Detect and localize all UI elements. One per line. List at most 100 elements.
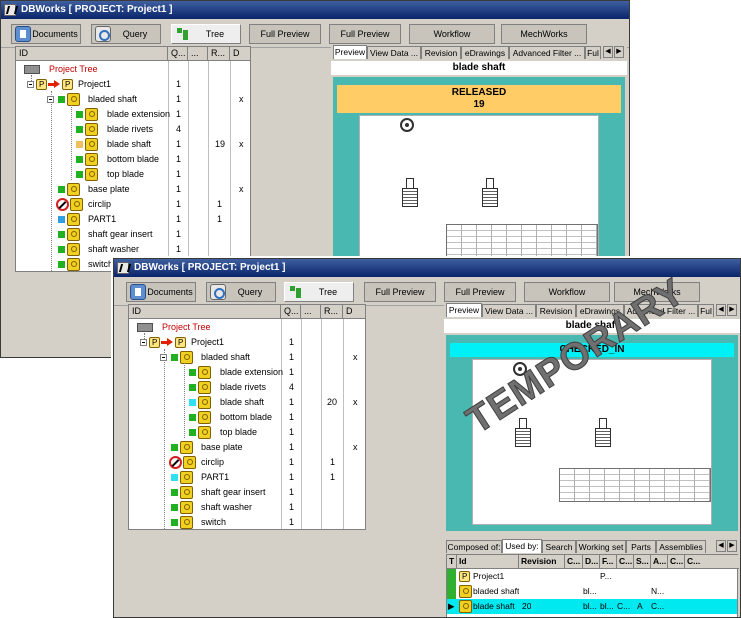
- full-preview-button-2[interactable]: Full Preview: [329, 24, 401, 44]
- window-titlebar[interactable]: DBWorks [ PROJECT: Project1 ]: [1, 1, 629, 19]
- tree-row-circlip[interactable]: circlip 1 1: [129, 455, 365, 470]
- tree-row-blade-shaft[interactable]: blade shaft 1 19 x: [16, 137, 250, 152]
- part-icon: [85, 108, 98, 121]
- grid-row-project1[interactable]: Project1 P...: [447, 569, 737, 584]
- grid-col[interactable]: C...: [668, 555, 685, 569]
- tab-view-data[interactable]: View Data ...: [482, 304, 536, 317]
- grid-col[interactable]: D...: [583, 555, 600, 569]
- tab-preview[interactable]: Preview: [333, 45, 367, 59]
- tree-row-bladed-shaft[interactable]: bladed shaft 1 x: [129, 350, 365, 365]
- col-blank-header[interactable]: ...: [188, 47, 208, 61]
- grid-col-id[interactable]: Id: [457, 555, 519, 569]
- tab-scroll-right-icon[interactable]: ▶: [727, 304, 737, 316]
- assembly-icon: [459, 585, 472, 598]
- col-d-header[interactable]: D: [343, 305, 367, 319]
- tree-row-shaft-washer[interactable]: shaft washer 1: [16, 242, 250, 257]
- collapse-icon[interactable]: [27, 81, 34, 88]
- grid-row-bladed-shaft[interactable]: bladed shaft bl... N...: [447, 584, 737, 599]
- tree-button[interactable]: Tree: [171, 24, 241, 44]
- col-id-header[interactable]: ID: [16, 47, 168, 61]
- tab-scroll-right-icon[interactable]: ▶: [614, 46, 624, 58]
- tree-row-part1[interactable]: PART1 1 1: [129, 470, 365, 485]
- col-d-header[interactable]: D: [230, 47, 252, 61]
- assembly-icon: [67, 93, 80, 106]
- status-square: [76, 141, 83, 148]
- collapse-icon[interactable]: [140, 339, 147, 346]
- workflow-button[interactable]: Workflow: [409, 24, 495, 44]
- tab-full[interactable]: Ful: [585, 46, 601, 59]
- tab-revision[interactable]: Revision: [421, 46, 461, 59]
- tree-row-bladed-shaft[interactable]: bladed shaft 1 x: [16, 92, 250, 107]
- grid-col[interactable]: S...: [634, 555, 651, 569]
- mechworks-button[interactable]: MechWorks: [501, 24, 587, 44]
- tree-row-top-blade[interactable]: top blade 1: [129, 425, 365, 440]
- tree-row-blade-extension[interactable]: blade extension 1: [16, 107, 250, 122]
- tab-scroll-left-icon[interactable]: ◀: [603, 46, 613, 58]
- query-button[interactable]: Query: [91, 24, 161, 44]
- tab-advanced-filter[interactable]: Advanced Filter ...: [509, 46, 585, 59]
- tree-row-blade-shaft[interactable]: blade shaft 1 20 x: [129, 395, 365, 410]
- grid-col[interactable]: C...: [617, 555, 634, 569]
- col-qty-header[interactable]: Q...: [281, 305, 301, 319]
- bottom-tab-scroll-left-icon[interactable]: ◀: [716, 540, 726, 552]
- tab-full[interactable]: Ful: [698, 304, 714, 317]
- tree-root-row[interactable]: Project Tree: [129, 320, 365, 335]
- collapse-icon[interactable]: [160, 354, 167, 361]
- tree-row-blade-extension[interactable]: blade extension 1: [129, 365, 365, 380]
- col-blank-header[interactable]: ...: [301, 305, 321, 319]
- tree-row-shaft-gear-insert[interactable]: shaft gear insert 1: [129, 485, 365, 500]
- full-preview-button-2[interactable]: Full Preview: [444, 282, 516, 302]
- tab-edrawings[interactable]: eDrawings: [461, 46, 509, 59]
- tree-row-project1[interactable]: Project1 1: [129, 335, 365, 350]
- grid-col[interactable]: A...: [651, 555, 668, 569]
- grid-row-blade-shaft[interactable]: ▶ blade shaft 20 bl... bl... C... A C...: [447, 599, 737, 614]
- col-rev-header[interactable]: R...: [321, 305, 343, 319]
- tree-row-bottom-blade[interactable]: bottom blade 1: [129, 410, 365, 425]
- part-icon: [180, 486, 193, 499]
- documents-button[interactable]: Documents: [126, 282, 196, 302]
- relations-tabs: Composed of: Used by: Search Working set…: [444, 539, 740, 553]
- collapse-icon[interactable]: [47, 96, 54, 103]
- tab-revision[interactable]: Revision: [536, 304, 576, 317]
- grid-col-revision[interactable]: Revision: [519, 555, 565, 569]
- part-icon: [70, 198, 83, 211]
- tree-row-part1[interactable]: PART1 1 1: [16, 212, 250, 227]
- col-rev-header[interactable]: R...: [208, 47, 230, 61]
- tree-row-base-plate[interactable]: base plate 1 x: [129, 440, 365, 455]
- tab-search[interactable]: Search: [542, 540, 576, 553]
- tab-preview[interactable]: Preview: [446, 303, 482, 317]
- tab-composed-of[interactable]: Composed of:: [446, 540, 502, 553]
- tab-parts[interactable]: Parts: [626, 540, 656, 553]
- grid-col-t[interactable]: T: [447, 555, 457, 569]
- tree-row-project1[interactable]: Project1 1: [16, 77, 250, 92]
- tab-view-data[interactable]: View Data ...: [367, 46, 421, 59]
- workflow-button[interactable]: Workflow: [524, 282, 610, 302]
- full-preview-button-1[interactable]: Full Preview: [364, 282, 436, 302]
- tree-row-base-plate[interactable]: base plate 1 x: [16, 182, 250, 197]
- tab-used-by[interactable]: Used by:: [502, 539, 542, 553]
- tree-row-top-blade[interactable]: top blade 1: [16, 167, 250, 182]
- query-button[interactable]: Query: [206, 282, 276, 302]
- tree-row-shaft-washer[interactable]: shaft washer 1: [129, 500, 365, 515]
- full-preview-button-1[interactable]: Full Preview: [249, 24, 321, 44]
- tree-row-blade-rivets[interactable]: blade rivets 4: [129, 380, 365, 395]
- tree-row-bottom-blade[interactable]: bottom blade 1: [16, 152, 250, 167]
- tree-row-blade-rivets[interactable]: blade rivets 4: [16, 122, 250, 137]
- preview-tabs: Preview View Data ... Revision eDrawings…: [331, 45, 627, 59]
- tree-button[interactable]: Tree: [284, 282, 354, 302]
- tree-row-switch[interactable]: switch 1: [129, 515, 365, 530]
- tab-scroll-left-icon[interactable]: ◀: [716, 304, 726, 316]
- tree-row-circlip[interactable]: circlip 1 1: [16, 197, 250, 212]
- tree-row-shaft-gear-insert[interactable]: shaft gear insert 1: [16, 227, 250, 242]
- grid-col[interactable]: C...: [685, 555, 739, 569]
- tree-root-row[interactable]: Project Tree: [16, 62, 250, 77]
- col-id-header[interactable]: ID: [129, 305, 281, 319]
- documents-button[interactable]: Documents: [11, 24, 81, 44]
- grid-col[interactable]: C...: [565, 555, 583, 569]
- window-titlebar[interactable]: DBWorks [ PROJECT: Project1 ]: [114, 259, 740, 277]
- col-qty-header[interactable]: Q...: [168, 47, 188, 61]
- tab-assemblies[interactable]: Assemblies: [656, 540, 706, 553]
- grid-col[interactable]: F...: [600, 555, 617, 569]
- tab-working-set[interactable]: Working set: [576, 540, 626, 553]
- bottom-tab-scroll-right-icon[interactable]: ▶: [727, 540, 737, 552]
